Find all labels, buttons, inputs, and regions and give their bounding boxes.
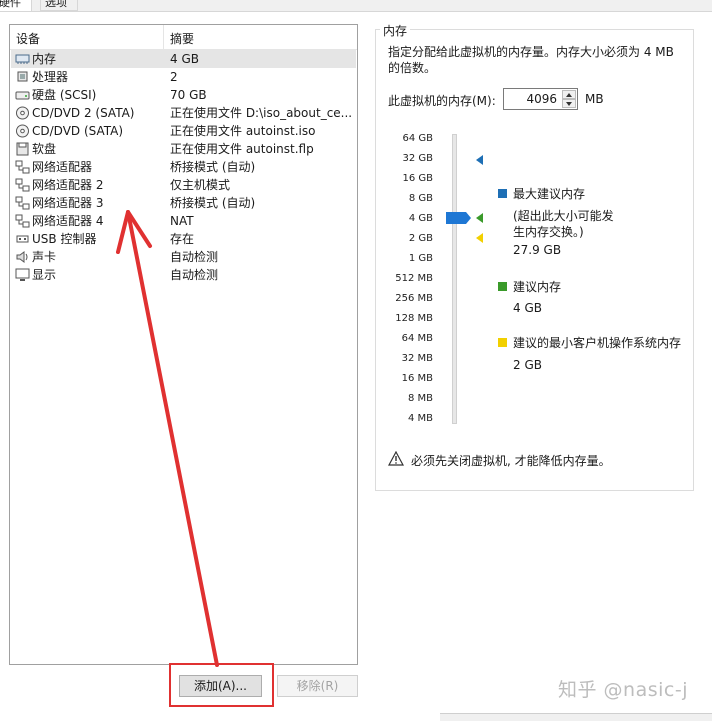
memory-scale-tick: 64 MB	[401, 333, 433, 344]
memory-group-title: 内存	[380, 22, 411, 39]
memory-scale-tick: 8 GB	[408, 193, 433, 204]
max-recommended-note: (超出此大小可能发生内存交换。)	[513, 209, 614, 239]
recommended-marker-icon	[476, 213, 483, 223]
memory-scale-tick: 32 MB	[401, 353, 433, 364]
memory-scale-tick: 32 GB	[402, 153, 433, 164]
memory-scale-tick: 4 MB	[407, 413, 433, 424]
max-recommended-swatch	[498, 189, 507, 198]
spin-down-icon[interactable]	[562, 99, 576, 108]
spin-up-icon[interactable]	[562, 90, 576, 99]
memory-scale-tick: 1 GB	[408, 253, 433, 264]
min-guest-value: 2 GB	[513, 358, 542, 372]
memory-unit: MB	[585, 92, 604, 106]
recommended-title: 建议内存	[513, 280, 562, 294]
recommended-swatch	[498, 282, 507, 291]
memory-scale-tick: 512 MB	[395, 273, 433, 284]
warning-icon	[388, 451, 404, 466]
memory-scale-tick: 4 GB	[408, 213, 433, 224]
memory-scale-tick: 64 GB	[402, 133, 433, 144]
memory-scale-tick: 16 GB	[402, 173, 433, 184]
max-recommended-marker-icon	[476, 155, 483, 165]
watermark: 知乎 @nasic-j	[558, 679, 688, 701]
min-guest-marker-icon	[476, 233, 483, 243]
memory-description: 指定分配给此虚拟机的内存量。内存大小必须为 4 MB 的倍数。	[388, 45, 674, 75]
memory-slider-track[interactable]	[452, 134, 457, 424]
memory-value[interactable]: 4096	[526, 92, 557, 106]
memory-scale-tick: 2 GB	[408, 233, 433, 244]
max-recommended-title: 最大建议内存	[513, 187, 586, 201]
memory-spinbox[interactable]: 4096	[503, 88, 578, 110]
memory-warning-text: 必须先关闭虚拟机, 才能降低内存量。	[411, 454, 611, 468]
recommended-value: 4 GB	[513, 301, 542, 315]
min-guest-title: 建议的最小客户机操作系统内存	[513, 336, 682, 350]
memory-scale-tick: 128 MB	[395, 313, 433, 324]
memory-label: 此虚拟机的内存(M):	[388, 94, 496, 108]
max-recommended-value: 27.9 GB	[513, 243, 562, 257]
memory-scale-tick: 8 MB	[407, 393, 433, 404]
min-guest-swatch	[498, 338, 507, 347]
memory-slider-thumb[interactable]	[446, 212, 471, 224]
memory-scale-tick: 256 MB	[395, 293, 433, 304]
memory-scale-tick: 16 MB	[401, 373, 433, 384]
